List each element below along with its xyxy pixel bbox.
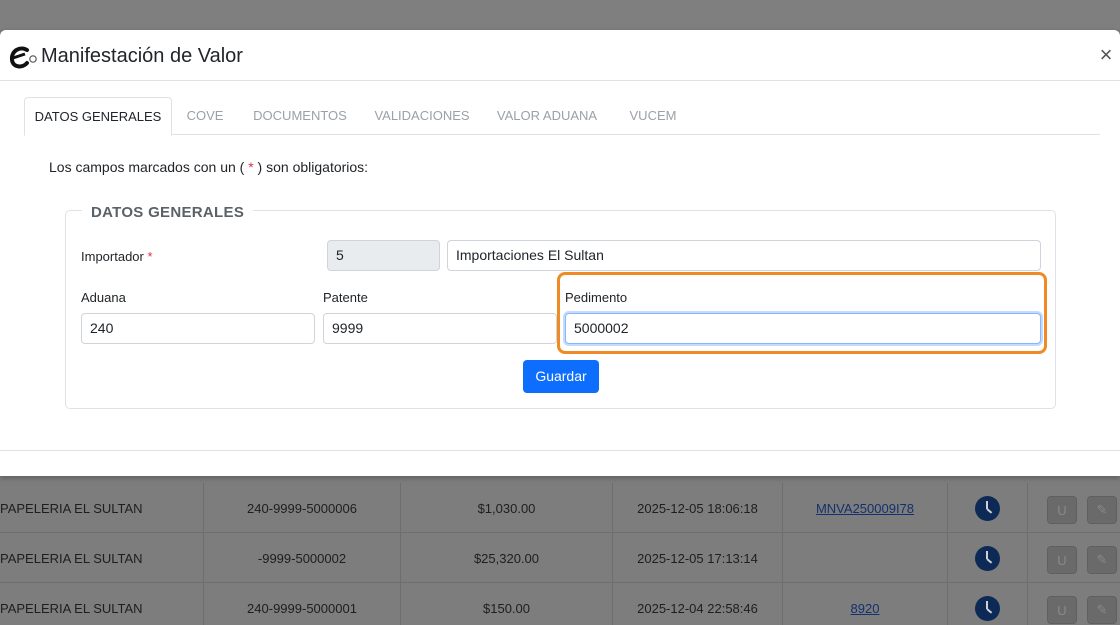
aduana-field[interactable]: 240 [81, 313, 315, 344]
edit-icon[interactable]: ✎ [1087, 496, 1117, 524]
tab-bar: DATOS GENERALES COVE DOCUMENTOS VALIDACI… [24, 97, 1100, 136]
modal-title: Manifestación de Valor [41, 45, 243, 67]
importador-label: Importador * [81, 249, 153, 264]
clock-icon[interactable] [975, 495, 1000, 521]
cell-fecha: 2025-12-04 22:58:46 [613, 583, 783, 625]
modal-footer-divider [0, 450, 1120, 451]
tab-datos-generales[interactable]: DATOS GENERALES [24, 97, 172, 136]
required-fields-note: Los campos marcados con un ( * ) son obl… [49, 159, 368, 175]
edit-icon[interactable]: ✎ [1087, 596, 1117, 624]
cell-pedimento: 240-9999-5000006 [204, 483, 401, 533]
required-note-prefix: Los campos marcados con un ( [49, 159, 249, 175]
cove-link[interactable]: 8920 [851, 601, 880, 616]
app-logo-icon [9, 46, 37, 69]
cove-link[interactable]: MNVA250009I78 [816, 501, 914, 516]
pedimento-highlight [557, 272, 1047, 354]
fieldset-legend: DATOS GENERALES [82, 204, 254, 221]
cell-cliente: PAPELERIA EL SULTAN [0, 583, 204, 625]
cell-status [948, 583, 1028, 625]
cell-cove: 8920 [783, 583, 948, 625]
cell-valor: $150.00 [401, 583, 613, 625]
background-header [0, 0, 1120, 30]
cell-cove [783, 533, 948, 583]
cell-cove: MNVA250009I78 [783, 483, 948, 533]
cell-valor: $25,320.00 [401, 533, 613, 583]
background-table: PAPELERIA EL SULTAN 240-9999-5000006 $1,… [0, 476, 1120, 625]
patente-label: Patente [323, 290, 368, 305]
aduana-label: Aduana [81, 290, 126, 305]
clock-icon[interactable] [975, 545, 1000, 571]
manifestacion-modal: Manifestación de Valor × DATOS GENERALES… [0, 30, 1120, 476]
tab-valor-aduana[interactable]: VALOR ADUANA [492, 97, 602, 135]
importador-id-field[interactable]: 5 [327, 240, 440, 271]
table-row: PAPELERIA EL SULTAN -9999-5000002 $25,32… [0, 533, 1120, 583]
close-icon[interactable]: × [1096, 44, 1116, 66]
importador-required-star: * [147, 249, 153, 264]
u-button[interactable]: U [1047, 546, 1077, 574]
cell-fecha: 2025-12-05 17:13:14 [613, 533, 783, 583]
cell-fecha: 2025-12-05 18:06:18 [613, 483, 783, 533]
cell-cliente: PAPELERIA EL SULTAN [0, 483, 204, 533]
cell-status [948, 483, 1028, 533]
importador-name-field[interactable]: Importaciones El Sultan [447, 240, 1041, 271]
tab-vucem[interactable]: VUCEM [620, 97, 686, 135]
table-row: PAPELERIA EL SULTAN 240-9999-5000006 $1,… [0, 483, 1120, 533]
clock-icon[interactable] [975, 595, 1000, 621]
tab-cove[interactable]: COVE [176, 97, 234, 135]
u-button[interactable]: U [1047, 596, 1077, 624]
cell-cliente: PAPELERIA EL SULTAN [0, 533, 204, 583]
modal-header: Manifestación de Valor × [0, 30, 1120, 81]
cell-pedimento: -9999-5000002 [204, 533, 401, 583]
u-button[interactable]: U [1047, 496, 1077, 524]
edit-icon[interactable]: ✎ [1087, 546, 1117, 574]
cell-pedimento: 240-9999-5000001 [204, 583, 401, 625]
save-button[interactable]: Guardar [523, 360, 599, 393]
tab-documentos[interactable]: DOCUMENTOS [246, 97, 354, 135]
required-note-suffix: ) son obligatorios: [253, 159, 369, 175]
patente-field[interactable]: 9999 [323, 313, 557, 344]
importador-label-text: Importador [81, 249, 144, 264]
table-row: PAPELERIA EL SULTAN 240-9999-5000001 $15… [0, 583, 1120, 625]
tab-validaciones[interactable]: VALIDACIONES [369, 97, 475, 135]
cell-valor: $1,030.00 [401, 483, 613, 533]
cell-status [948, 533, 1028, 583]
